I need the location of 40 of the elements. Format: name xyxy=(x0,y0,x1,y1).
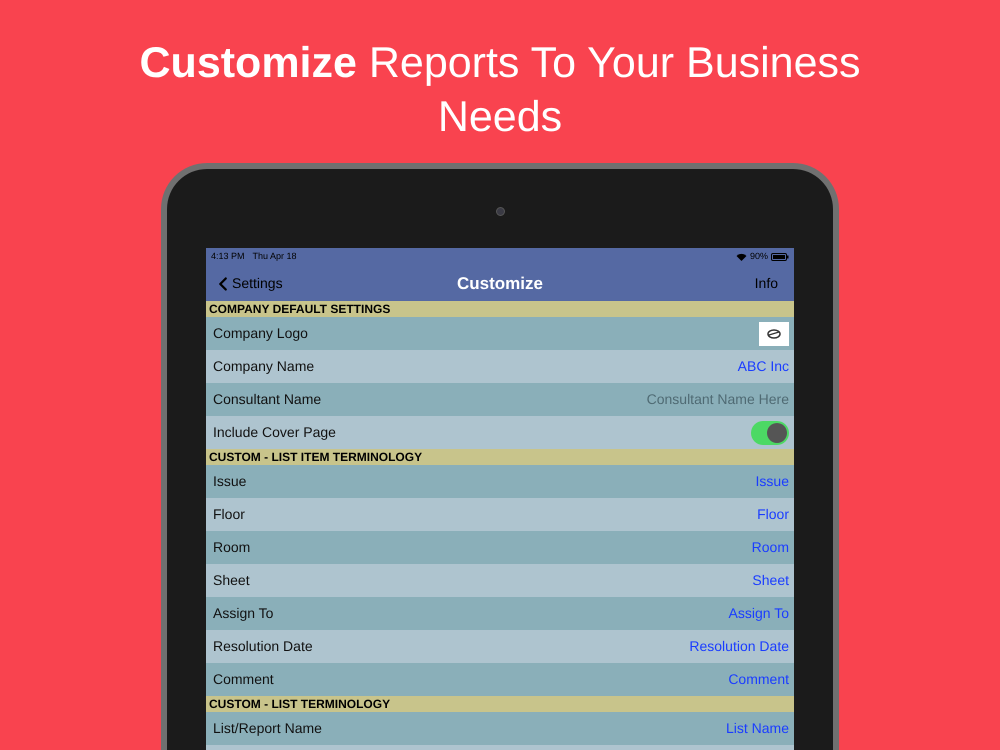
row-label: Company Logo xyxy=(213,324,308,343)
input-field[interactable]: Consultant Name Here xyxy=(589,389,789,410)
section-header: CUSTOM - LIST TERMINOLOGY xyxy=(206,696,794,712)
wifi-icon xyxy=(736,253,747,261)
row-label: Comment xyxy=(213,670,274,689)
settings-row[interactable]: List/Report Name List Name xyxy=(206,712,794,745)
toggle-switch[interactable] xyxy=(751,420,789,444)
camera-icon xyxy=(496,207,504,216)
back-button[interactable]: Settings xyxy=(212,272,283,294)
settings-row[interactable]: Assign To Assign To xyxy=(206,597,794,630)
value-field[interactable]: Floor xyxy=(757,504,789,525)
value-field[interactable]: Sheet xyxy=(752,570,789,591)
settings-row[interactable]: Issue Issue xyxy=(206,465,794,498)
row-label: Consultant Name xyxy=(213,390,322,409)
info-button[interactable]: Info xyxy=(754,273,788,294)
status-date: Thu Apr 18 xyxy=(252,250,297,264)
section-header: COMPANY DEFAULT SETTINGS xyxy=(206,301,794,317)
row-label: Include Cover Page xyxy=(213,423,336,442)
row-label: Issue xyxy=(213,472,246,491)
logo-icon xyxy=(767,328,781,338)
row-label: Assign To xyxy=(213,604,274,623)
logo-thumbnail[interactable] xyxy=(759,322,789,346)
row-label: Company Name xyxy=(213,357,314,376)
settings-row[interactable]: Room Room xyxy=(206,531,794,564)
settings-row[interactable]: Consultant Name Consultant Name Here xyxy=(206,383,794,416)
nav-title: Customize xyxy=(457,272,543,295)
value-field[interactable]: Resolution Date xyxy=(689,636,789,657)
row-label: List/Report Name xyxy=(213,719,322,738)
row-label: Sheet xyxy=(213,571,250,590)
value-field[interactable]: ABC Inc xyxy=(738,356,789,377)
status-time: 4:13 PM xyxy=(211,250,245,264)
settings-row[interactable]: Company Logo xyxy=(206,317,794,350)
row-label: Room xyxy=(213,538,250,557)
row-label: Resolution Date xyxy=(213,637,313,656)
settings-row[interactable]: Comment Comment xyxy=(206,663,794,696)
battery-icon xyxy=(771,253,789,261)
headline: Customize Reports To Your Business Needs xyxy=(140,39,860,141)
battery-level: 90% xyxy=(750,250,768,264)
section-header: CUSTOM - LIST ITEM TERMINOLOGY xyxy=(206,449,794,465)
row-label: Floor xyxy=(213,505,245,524)
